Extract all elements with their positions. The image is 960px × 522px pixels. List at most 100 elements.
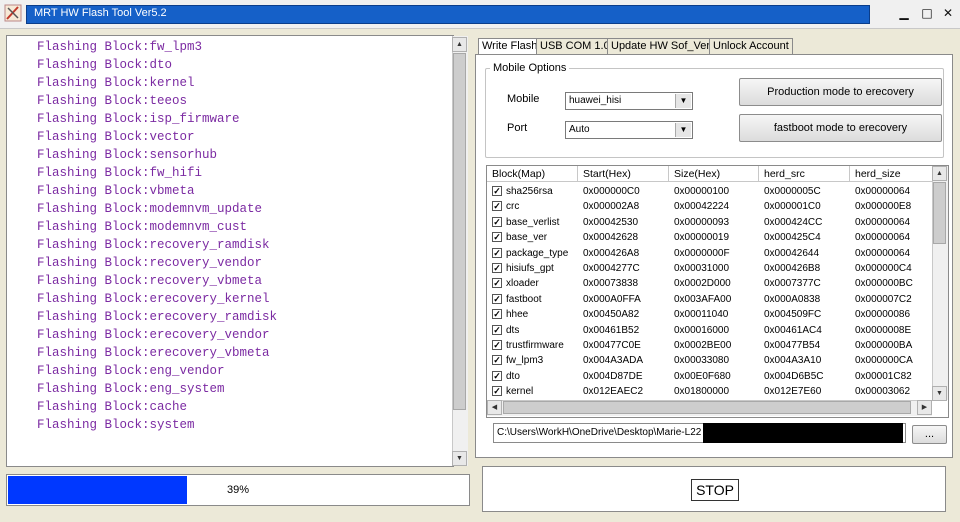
column-header[interactable]: Start(Hex) [578,166,669,182]
table-cell: 0x00000093 [674,216,730,228]
scroll-down-icon[interactable]: ▼ [932,386,947,401]
scroll-right-icon[interactable]: ▶ [917,400,932,415]
mobile-label: Mobile [507,93,540,105]
chevron-down-icon[interactable]: ▼ [675,123,691,137]
stop-button[interactable]: STOP [691,479,739,501]
table-cell: 0x00042628 [583,232,639,244]
table-cell: 0x00001C82 [855,370,912,382]
log-line: Flashing Block:dto [37,58,173,72]
table-cell: 0x000007C2 [855,293,912,305]
maximize-icon[interactable]: □ [918,4,936,22]
scroll-up-icon[interactable]: ▲ [452,37,467,52]
table-cell: dts [506,324,520,336]
table-cell: 0x00000064 [855,232,911,244]
log-line: Flashing Block:erecovery_vendor [37,328,270,342]
log-line: Flashing Block:recovery_vendor [37,256,263,270]
log-line: Flashing Block:kernel [37,76,195,90]
table-cell: 0x0000005C [764,186,821,197]
log-line: Flashing Block:system [37,418,195,432]
table-cell: 0x0002D000 [674,278,731,290]
table-cell: 0x00042644 [764,247,820,259]
table-vscroll-thumb[interactable] [933,182,946,244]
row-checkbox[interactable]: ✓ [492,340,502,350]
row-checkbox[interactable]: ✓ [492,247,502,258]
tab-write-flash[interactable]: Write Flash [478,38,542,55]
table-cell: kernel [506,386,534,398]
table-cell: 0x00461AC4 [764,324,822,336]
row-checkbox[interactable]: ✓ [492,293,502,304]
table-cell: hisiufs_gpt [506,263,554,274]
browse-button[interactable]: ... [912,425,947,444]
log-line: Flashing Block:isp_firmware [37,112,240,126]
table-cell: 0x003AFA00 [674,293,732,305]
log-line: Flashing Block:cache [37,400,188,414]
scroll-up-icon[interactable]: ▲ [932,166,947,181]
table-cell: 0x000424CC [764,216,823,228]
row-checkbox[interactable]: ✓ [492,232,502,243]
row-checkbox[interactable]: ✓ [492,386,502,397]
row-checkbox[interactable]: ✓ [492,216,502,227]
row-checkbox[interactable]: ✓ [492,186,502,196]
column-header[interactable]: herd_src [759,166,850,182]
scroll-down-icon[interactable]: ▼ [452,451,467,466]
table-cell: 0x00477C0E [583,340,641,351]
app-tool-icon [4,4,22,22]
table-cell: 0x000426A8 [583,247,640,259]
log-line: Flashing Block:vector [37,130,195,144]
port-select[interactable]: Auto ▼ [565,121,693,139]
table-cell: 0x0002BE00 [674,340,732,351]
row-checkbox[interactable]: ✓ [492,355,502,366]
progress-label: 39% [226,484,250,496]
progress-bar: 39% [6,474,470,506]
table-cell: trustfirmware [506,340,564,351]
table-cell: 0x00E0F680 [674,370,731,382]
row-checkbox[interactable]: ✓ [492,278,502,289]
tab-update-hw-sof-ver[interactable]: Update HW Sof_Ver [607,38,715,54]
table-cell: fastboot [506,293,542,305]
table-cell: 0x000002A8 [583,201,640,213]
table-cell: 0x00000019 [674,232,730,244]
table-cell: 0x00042224 [674,201,730,213]
table-cell: 0x012E7E60 [764,386,822,398]
table-cell: 0x00003062 [855,386,911,398]
table-cell: 0x00042530 [583,216,639,228]
scroll-left-icon[interactable]: ◀ [487,400,502,415]
tab-unlock-account[interactable]: Unlock Account [709,38,793,54]
row-checkbox[interactable]: ✓ [492,309,502,320]
table-cell: package_type [506,247,569,259]
log-line: Flashing Block:modemnvm_update [37,202,263,216]
minimize-icon[interactable]: ▁ [895,4,913,22]
table-cell: 0x00000100 [674,186,730,197]
table-cell: 0x000A0FFA [583,293,641,305]
tab-usb-com[interactable]: USB COM 1.0 [536,38,614,54]
row-checkbox[interactable]: ✓ [492,324,502,335]
column-header[interactable]: herd_size [850,166,933,182]
row-checkbox[interactable]: ✓ [492,201,502,212]
fastboot-mode-button[interactable]: fastboot mode to erecovery [739,114,942,142]
chevron-down-icon[interactable]: ▼ [675,94,691,108]
table-cell: 0x00450A82 [583,309,640,321]
table-cell: 0x000000C0 [583,186,640,197]
log-line: Flashing Block:vbmeta [37,184,195,198]
mobile-select[interactable]: huawei_hisi ▼ [565,92,693,110]
table-cell: 0x00031000 [674,263,730,274]
row-checkbox[interactable]: ✓ [492,263,502,273]
table-cell: 0x0000000F [674,247,730,259]
column-header[interactable]: Block(Map) [487,166,578,182]
table-cell: xloader [506,278,539,290]
log-line: Flashing Block:fw_hifi [37,166,203,180]
log-line: Flashing Block:fw_lpm3 [37,40,203,54]
row-checkbox[interactable]: ✓ [492,370,502,381]
close-icon[interactable]: ✕ [939,4,957,22]
table-cell: 0x000A0838 [764,293,821,305]
column-header[interactable]: Size(Hex) [669,166,759,182]
table-cell: 0x00016000 [674,324,730,336]
production-mode-button[interactable]: Production mode to erecovery [739,78,942,106]
table-hscroll-thumb[interactable] [503,401,911,414]
log-scroll-thumb[interactable] [453,53,466,410]
table-cell: 0x000000BA [855,340,913,351]
table-cell: 0x00000064 [855,247,911,259]
table-cell: 0x004D87DE [583,370,643,382]
mobile-options-title: Mobile Options [490,62,570,74]
table-cell: 0x00000086 [855,309,911,321]
